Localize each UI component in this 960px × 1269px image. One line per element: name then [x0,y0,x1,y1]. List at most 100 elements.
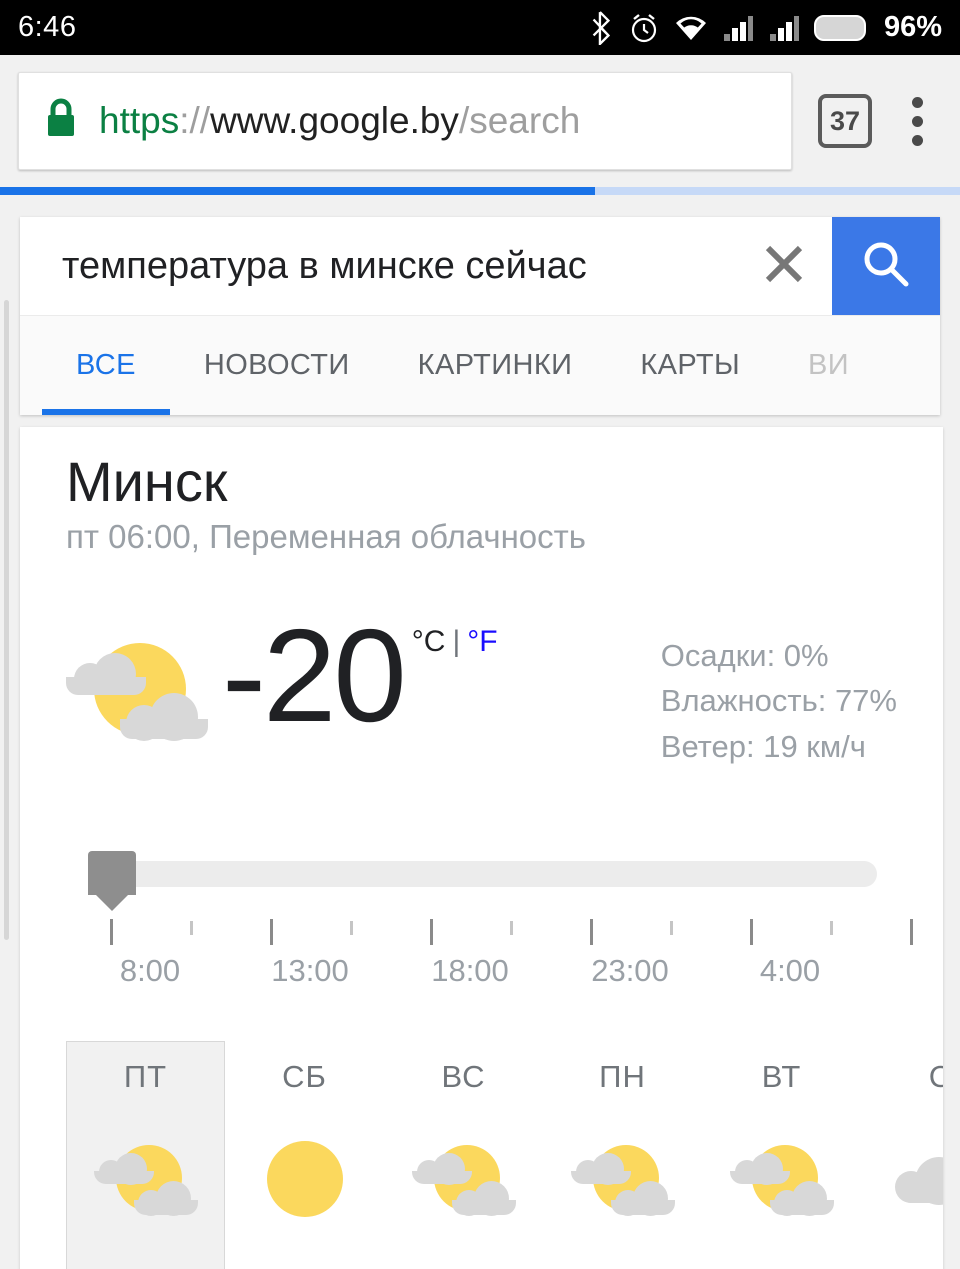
slider-tick-marks [66,919,913,949]
lock-icon [43,97,79,146]
slider-tick-label: 13:00 [271,953,349,989]
search-query-text: температура в минске сейчас [62,244,587,287]
wind-value: Ветер: 19 км/ч [660,728,866,764]
search-input[interactable]: температура в минске сейчас [20,217,736,315]
slider-tick-labels: 8:00 13:00 18:00 23:00 4:00 [66,953,897,1005]
slider-tick-label: 23:00 [591,953,669,989]
slider-handle[interactable] [88,851,136,912]
unit-celsius[interactable]: °C [412,625,446,658]
overflow-menu-icon[interactable] [892,96,942,146]
weather-unit-toggle[interactable]: °C | °F [412,625,498,659]
page-load-progress [0,187,960,195]
weather-card: Минск пт 06:00, Переменная облачность -2… [20,427,943,1269]
forecast-day-2[interactable]: ВС -13 ° [384,1041,543,1269]
menu-dot [911,134,923,146]
forecast-day-name: СБ [282,1059,327,1095]
wifi-icon [674,14,708,42]
google-search-page: температура в минске сейчас ВСЕ НОВОСТИ … [0,195,960,1269]
forecast-day-name: ПТ [123,1059,168,1095]
hourly-time-slider[interactable] [66,841,897,912]
tab-label: НОВОСТИ [203,349,350,381]
weather-current: -20 °C | °F Осадки: 0% Влажность: 77% Вете… [20,559,943,770]
slider-tick [110,919,113,946]
slider-tick-label: 4:00 [759,953,821,989]
battery-percent: 96% [883,11,942,43]
search-row: температура в минске сейчас [20,217,940,315]
close-icon [761,241,807,292]
tab-label: КАРТЫ [640,349,741,381]
partly-cloudy-icon [729,1139,834,1223]
forecast-day-4[interactable]: ВТ -10 ° [702,1041,861,1269]
search-submit-button[interactable] [832,217,940,315]
forecast-day-name: ВС [441,1059,486,1095]
daily-forecast: ПТ -20 ° СБ [20,1041,943,1269]
url-text: https://www.google.by/search [99,100,580,142]
tab-images[interactable]: КАРТИНКИ [384,316,607,415]
url-scheme: https [99,100,180,141]
tab-news[interactable]: НОВОСТИ [170,316,384,415]
tab-label: ВИ [808,349,850,381]
tab-label: ВСЕ [76,349,136,381]
browser-toolbar: https://www.google.by/search 37 [0,55,960,187]
weather-temperature-block: -20 °C | °F [222,601,498,749]
menu-dot [911,115,923,127]
slider-tick-label: 8:00 [119,953,181,989]
search-header: температура в минске сейчас ВСЕ НОВОСТИ … [20,217,940,415]
forecast-day-name: С [928,1059,943,1095]
partly-cloudy-icon [570,1139,675,1223]
battery-icon [813,13,866,43]
alarm-icon [628,12,660,44]
partly-cloudy-icon [66,637,208,747]
url-separator: :// [179,100,211,141]
search-filter-tabs[interactable]: ВСЕ НОВОСТИ КАРТИНКИ КАРТЫ ВИ [20,315,940,415]
slider-tick [910,919,913,946]
unit-fahrenheit[interactable]: °F [467,625,497,658]
android-status-bar: 6:46 96% [0,0,960,55]
signal-sim1-icon [722,14,754,42]
humidity-value: Влажность: 77% [660,683,897,719]
tab-videos[interactable]: ВИ [774,316,883,415]
weather-details: Осадки: 0% Влажность: 77% Ветер: 19 км/ч [661,615,897,770]
status-icons: 96% [588,10,942,45]
unit-separator: | [452,624,461,658]
address-bar[interactable]: https://www.google.by/search [18,72,792,170]
slider-tick [190,921,193,936]
slider-tick [270,919,273,946]
menu-dot [911,96,923,108]
sunny-icon [253,1139,357,1223]
precipitation-value: Осадки: 0% [660,637,829,673]
slider-tick [430,919,433,946]
weather-observed-time: пт 06:00, Переменная облачность [66,517,586,555]
cloudy-icon [889,1139,943,1223]
weather-temperature: -20 [222,601,407,749]
tab-switcher-button[interactable]: 37 [818,94,872,148]
signal-sim2-icon [768,14,800,42]
url-host: www.google.by [210,100,459,141]
slider-tick [510,921,513,936]
tab-all[interactable]: ВСЕ [42,316,170,415]
forecast-day-1[interactable]: СБ -21 ° [225,1041,384,1269]
slider-tick-label: 18:00 [431,953,509,989]
tab-label: КАРТИНКИ [417,349,573,381]
forecast-day-3[interactable]: ПН -9 ° [543,1041,702,1269]
forecast-day-0[interactable]: ПТ -20 ° [66,1041,225,1269]
search-icon [859,237,913,296]
slider-tick [830,921,833,936]
slider-track[interactable] [96,861,877,888]
page-scrollbar[interactable] [4,300,9,940]
forecast-day-name: ПН [599,1059,646,1095]
slider-tick [350,921,353,936]
slider-tick [750,919,753,946]
url-path: /search [458,100,581,141]
bluetooth-icon [588,10,614,45]
partly-cloudy-icon [93,1139,198,1223]
tab-maps[interactable]: КАРТЫ [606,316,774,415]
slider-tick [670,921,673,936]
forecast-day-5[interactable]: С -8 [861,1041,943,1269]
forecast-day-name: ВТ [761,1059,802,1095]
status-clock: 6:46 [18,11,77,43]
partly-cloudy-icon [411,1139,516,1223]
clear-search-button[interactable] [736,217,832,315]
slider-tick [590,919,593,946]
progress-fill [0,187,596,195]
